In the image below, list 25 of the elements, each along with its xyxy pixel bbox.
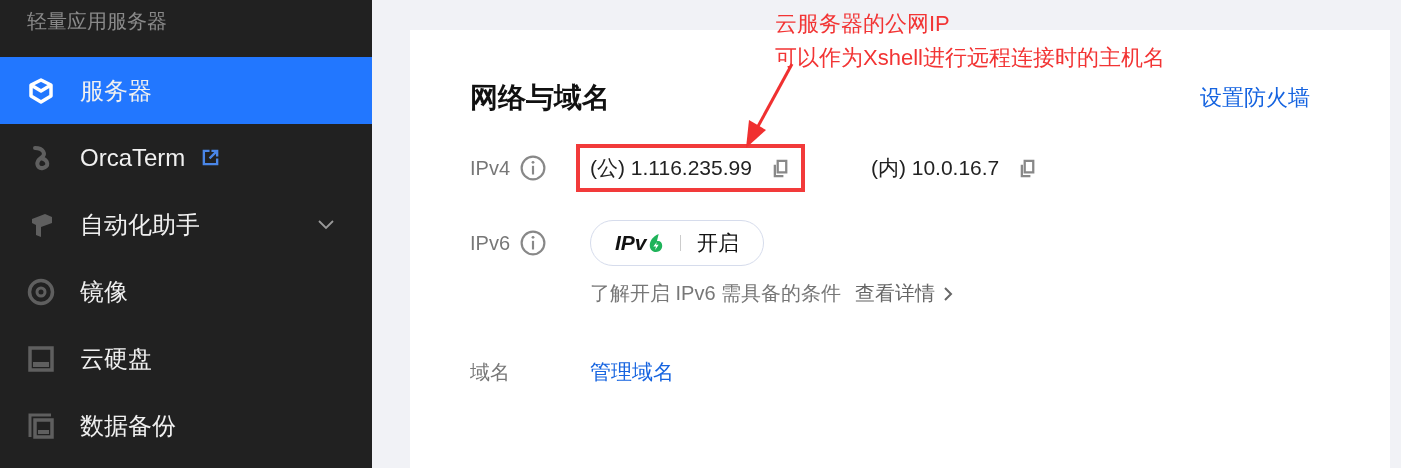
nav-item[interactable]: 云硬盘	[0, 325, 372, 392]
nav-item[interactable]: 数据备份	[0, 392, 372, 459]
manage-domain-link[interactable]: 管理域名	[590, 358, 674, 386]
nav-item[interactable]: 服务器	[0, 57, 372, 124]
details-link[interactable]: 查看详情	[855, 280, 936, 307]
hint-text: 了解开启 IPv6 需具备的条件	[590, 281, 842, 306]
nav-item[interactable]: 镜像	[0, 258, 372, 325]
field-label: IPv4	[470, 156, 511, 180]
ipv6-logo: IPv	[615, 231, 647, 255]
nav-item[interactable]: OrcaTerm	[0, 124, 372, 191]
nav-label: 数据备份	[80, 410, 176, 441]
nav-label: 云硬盘	[80, 343, 152, 374]
product-title: 轻量应用服务器	[26, 9, 168, 34]
nav-label: 镜像	[80, 276, 128, 307]
field-label: 域名	[470, 359, 510, 385]
nav-label: 自动化助手	[80, 209, 200, 240]
nav-label: 服务器	[80, 75, 152, 106]
firewall-link[interactable]: 设置防火墙	[1200, 83, 1310, 113]
ip-address: (内) 10.0.16.7	[870, 155, 1000, 181]
annotation-text: 云服务器的公网IP	[775, 10, 951, 38]
card-title: 网络与域名	[470, 81, 610, 115]
nav-label: OrcaTerm	[80, 143, 186, 172]
nav-item[interactable]: 自动化助手	[0, 191, 372, 258]
field-label: IPv6	[470, 231, 511, 255]
ip-address: (公) 1.116.235.99	[590, 155, 752, 181]
